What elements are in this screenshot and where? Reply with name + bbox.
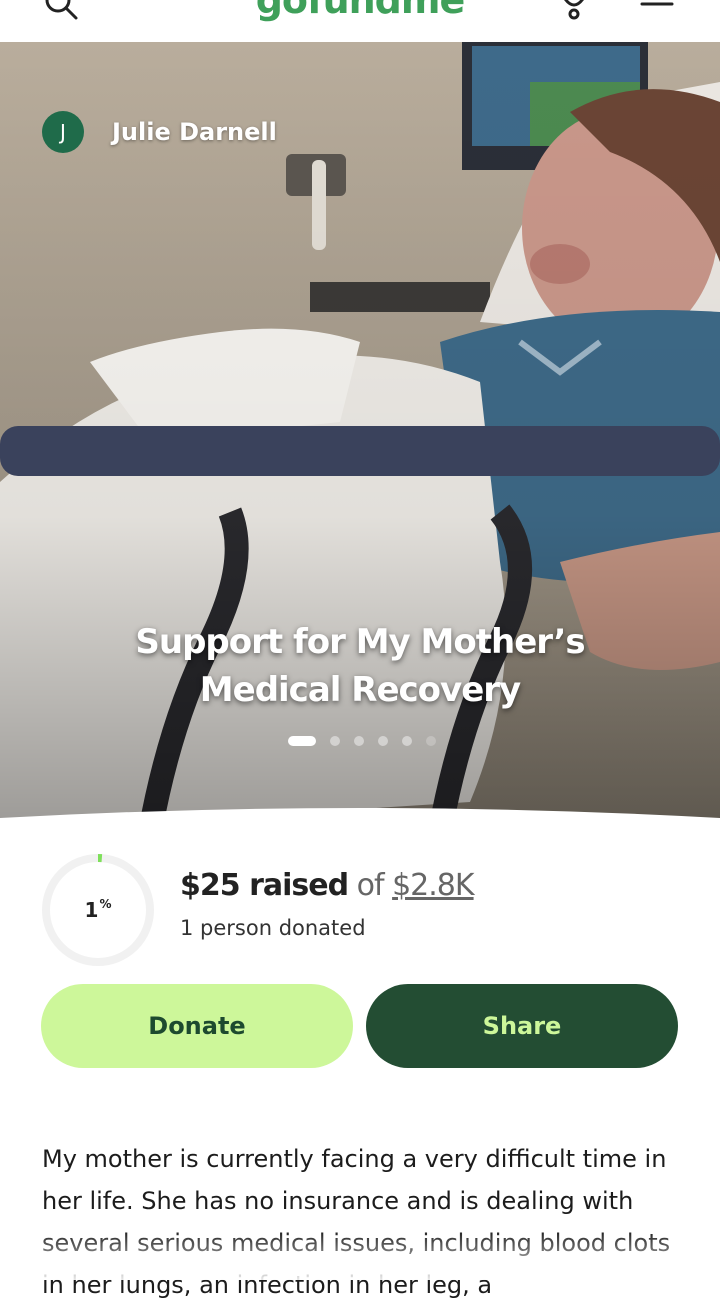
avatar: J	[42, 111, 84, 153]
organizer[interactable]: J Julie Darnell	[42, 111, 277, 153]
campaign-story: My mother is currently facing a very dif…	[42, 1145, 670, 1299]
amount-raised-line: $25 raised of $2.8K	[180, 868, 475, 903]
hero-bottom-curve	[0, 808, 720, 832]
campaign-title: Support for My Mother’s Medical Recovery	[60, 618, 660, 714]
donor-count[interactable]: 1 person donated	[180, 916, 366, 940]
carousel-dot[interactable]	[402, 736, 412, 746]
campaign-title-line2: Medical Recovery	[199, 670, 521, 710]
menu-icon[interactable]	[640, 0, 676, 22]
carousel-dot[interactable]	[378, 736, 388, 746]
carousel-indicators[interactable]	[288, 736, 436, 746]
carousel-dot[interactable]	[426, 736, 436, 746]
top-navigation-bar: gofundme	[0, 0, 720, 42]
campaign-title-line1: Support for My Mother’s	[135, 622, 585, 662]
donate-button[interactable]: Donate	[41, 984, 353, 1068]
story-fade	[0, 1230, 720, 1280]
progress-percent-number: 1	[84, 898, 99, 922]
bell-icon[interactable]	[554, 0, 594, 22]
progress-percent: 1%	[40, 852, 156, 968]
carousel-dot[interactable]	[288, 736, 316, 746]
share-button[interactable]: Share	[366, 984, 678, 1068]
of-label: of	[356, 868, 385, 903]
carousel-dot[interactable]	[330, 736, 340, 746]
progress-percent-sign: %	[99, 897, 112, 911]
carousel-dot[interactable]	[354, 736, 364, 746]
goal-amount[interactable]: $2.8K	[392, 868, 474, 903]
campaign-hero[interactable]: J Julie Darnell Support for My Mother’s …	[0, 42, 720, 832]
gofundme-logo[interactable]: gofundme	[0, 0, 720, 22]
organizer-name: Julie Darnell	[112, 118, 277, 146]
amount-raised: $25 raised	[180, 868, 349, 903]
